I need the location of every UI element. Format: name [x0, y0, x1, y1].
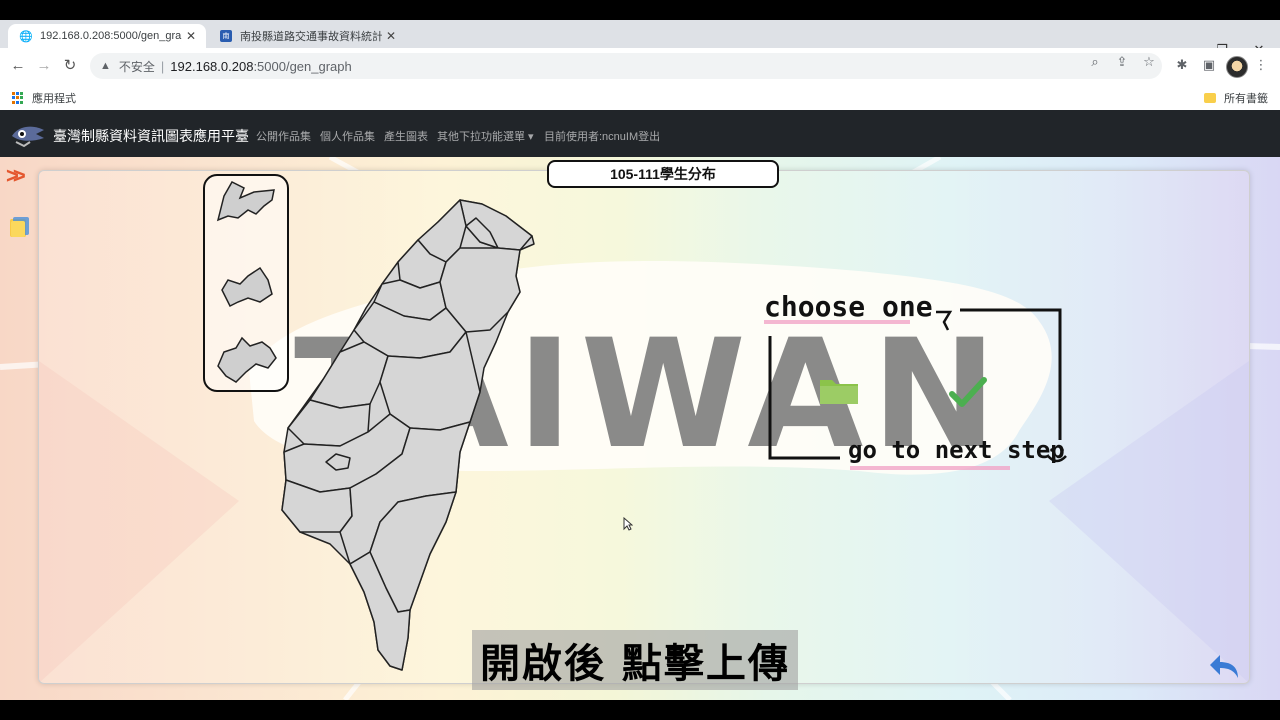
- folder-upload-icon[interactable]: [818, 374, 860, 406]
- browser-tabstrip: 🌐 192.168.0.208:5000/gen_grap ✕ 南 南投縣道路交…: [0, 20, 1280, 64]
- expand-sidebar-icon[interactable]: >>: [6, 163, 26, 189]
- hint-go-next-step: go to next step: [848, 436, 1065, 464]
- taiwan-map: [281, 199, 535, 671]
- address-bar[interactable]: ▲ 不安全 | 192.168.0.208:5000/gen_graph: [90, 53, 1162, 79]
- chart-title: 105-111學生分布: [547, 160, 779, 188]
- url-host: 192.168.0.208: [170, 58, 254, 74]
- reload-icon[interactable]: ↻: [60, 56, 80, 76]
- sticky-notes-icon[interactable]: [8, 215, 30, 239]
- all-bookmarks-label: 所有書籤: [1224, 93, 1268, 105]
- side-panel-icon[interactable]: ▣: [1200, 57, 1218, 73]
- tab-title: 南投縣道路交通事故資料統計表: [240, 31, 382, 43]
- extensions-icon[interactable]: ✱: [1173, 57, 1191, 73]
- globe-icon: 🌐: [19, 30, 33, 43]
- site-brand[interactable]: 臺灣制縣資料資訊圖表應用平臺: [53, 126, 249, 146]
- browser-toolbar: ← → ↻ ▲ 不安全 | 192.168.0.208:5000/gen_gra…: [0, 48, 1280, 84]
- nav-generate-chart[interactable]: 產生圖表: [384, 128, 428, 144]
- bookmark-star-icon[interactable]: ☆: [1140, 54, 1158, 70]
- video-letterbox-top: [0, 0, 1280, 20]
- apps-label: 應用程式: [32, 93, 76, 105]
- back-icon[interactable]: ←: [8, 56, 28, 76]
- nav-personal-works[interactable]: 個人作品集: [320, 128, 375, 144]
- bookmark-apps[interactable]: 應用程式: [12, 90, 76, 106]
- video-subtitle: 開啟後 點擊上傳: [472, 630, 798, 690]
- warning-icon: ▲: [100, 60, 111, 72]
- profile-avatar[interactable]: [1226, 56, 1248, 78]
- check-icon[interactable]: [948, 374, 988, 410]
- video-letterbox-bottom: [0, 700, 1280, 720]
- separator: |: [160, 58, 165, 74]
- tab-traffic-stats[interactable]: 南 南投縣道路交通事故資料統計表 ✕: [208, 24, 406, 48]
- mouse-cursor-icon: [623, 517, 633, 531]
- return-arrow-icon[interactable]: [1208, 652, 1242, 682]
- apps-icon: [12, 92, 24, 104]
- tab-title: 192.168.0.208:5000/gen_grap: [40, 30, 182, 42]
- tab-gen-graph[interactable]: 🌐 192.168.0.208:5000/gen_grap ✕: [8, 24, 206, 48]
- share-icon[interactable]: ⇪: [1113, 54, 1131, 70]
- close-icon[interactable]: ✕: [182, 29, 200, 43]
- bookmark-all[interactable]: 所有書籤: [1204, 90, 1268, 106]
- url-path: :5000/gen_graph: [253, 58, 352, 74]
- security-label: 不安全: [118, 59, 155, 74]
- nav-more-dropdown[interactable]: 其他下拉功能選單 ▾: [437, 128, 534, 144]
- shape-option-south[interactable]: [217, 336, 277, 383]
- nav-public-works[interactable]: 公開作品集: [256, 128, 311, 144]
- shape-option-central[interactable]: [221, 266, 273, 308]
- menu-icon[interactable]: ⋮: [1252, 57, 1270, 73]
- site-favicon-icon: 南: [220, 30, 232, 42]
- close-icon[interactable]: ✕: [382, 29, 400, 43]
- shape-option-north[interactable]: [216, 181, 275, 222]
- folder-icon: [1204, 93, 1216, 103]
- bookmarks-bar: 應用程式 所有書籤: [0, 84, 1280, 111]
- forward-icon[interactable]: →: [34, 56, 54, 76]
- brand-logo-icon[interactable]: [10, 120, 46, 148]
- zoom-icon[interactable]: ⌕: [1086, 54, 1104, 70]
- nav-current-user-logout[interactable]: 目前使用者:ncnuIM登出: [544, 128, 660, 144]
